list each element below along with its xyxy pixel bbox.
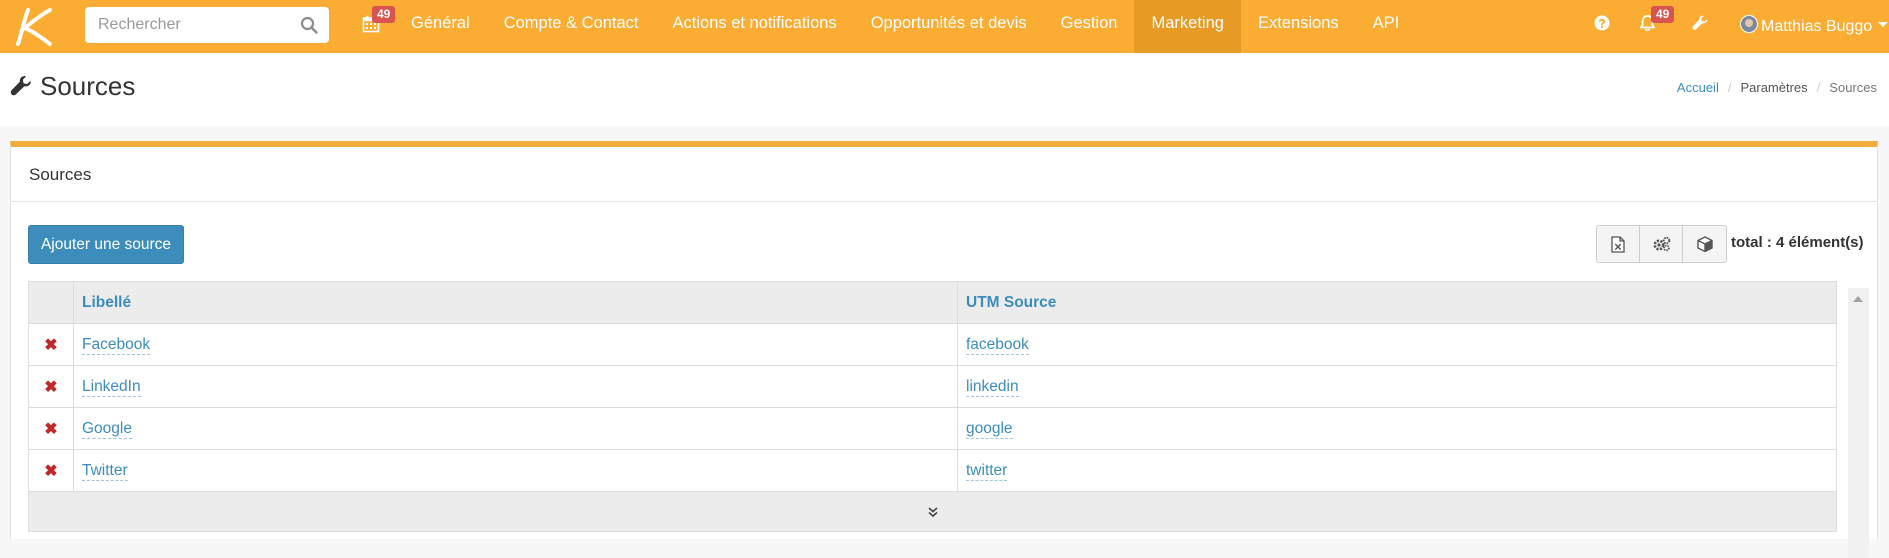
sources-table: Libellé UTM Source ✖ Facebook facebook ✖… [28, 281, 1837, 492]
breadcrumb-current: Sources [1829, 80, 1877, 95]
header-utm-source[interactable]: UTM Source [957, 281, 1837, 324]
excel-file-icon [1611, 235, 1625, 253]
panel-title: Sources [11, 147, 1877, 202]
header-libelle[interactable]: Libellé [73, 281, 958, 324]
wrench-icon [10, 76, 31, 96]
add-source-button[interactable]: Ajouter une source [28, 225, 184, 264]
nav-opportunites-devis[interactable]: Opportunités et devis [854, 0, 1044, 53]
delete-x-icon[interactable]: ✖ [28, 365, 74, 408]
cell-libelle: Facebook [73, 323, 958, 366]
table-row: ✖ Google google [28, 407, 1837, 450]
libelle-link[interactable]: LinkedIn [82, 377, 141, 397]
breadcrumb-parametres[interactable]: Paramètres [1740, 80, 1807, 95]
scroll-up-arrow-icon[interactable] [1853, 296, 1863, 302]
nav-extensions[interactable]: Extensions [1241, 0, 1356, 53]
search-box [85, 7, 329, 43]
top-navbar: 49 Général Compte & Contact Actions et n… [0, 0, 1889, 53]
wrench-icon [1692, 15, 1708, 30]
search-icon[interactable] [300, 16, 318, 34]
configure-columns-button[interactable] [1640, 226, 1683, 262]
breadcrumb-separator: / [1727, 80, 1732, 95]
cell-libelle: LinkedIn [73, 365, 958, 408]
table-row: ✖ LinkedIn linkedin [28, 365, 1837, 408]
utm-source-link[interactable]: twitter [966, 461, 1008, 481]
nav-actions-notifications[interactable]: Actions et notifications [656, 0, 854, 53]
nav-gestion[interactable]: Gestion [1044, 0, 1135, 53]
utm-source-link[interactable]: linkedin [966, 377, 1019, 397]
nav-general[interactable]: Général [394, 0, 487, 53]
calendar-menu[interactable]: 49 [358, 0, 396, 53]
notifications-badge: 49 [1651, 6, 1675, 23]
package-button[interactable] [1683, 226, 1726, 262]
cell-libelle: Google [73, 407, 958, 450]
double-chevron-down-icon [927, 506, 938, 517]
vertical-scrollbar[interactable] [1848, 288, 1869, 558]
sources-panel: Sources Ajouter une source total: 4 élé… [10, 141, 1878, 558]
cell-utm-source: google [957, 407, 1837, 450]
chevron-down-icon [1878, 22, 1889, 27]
breadcrumb-home[interactable]: Accueil [1677, 80, 1719, 95]
export-excel-button[interactable] [1597, 226, 1640, 262]
header-actions [28, 281, 74, 324]
search-input[interactable] [85, 7, 329, 43]
gears-icon [1653, 236, 1670, 252]
breadcrumb-separator: / [1816, 80, 1821, 95]
k-logo-icon[interactable] [8, 4, 54, 48]
sources-table-wrapper: Libellé UTM Source ✖ Facebook facebook ✖… [28, 281, 1837, 532]
load-more-button[interactable] [28, 492, 1837, 532]
utm-source-link[interactable]: google [966, 419, 1013, 439]
user-menu[interactable]: Matthias Buggo [1740, 0, 1889, 53]
total-count: total : 4 élément(s) [1731, 234, 1864, 251]
nav-compte-contact[interactable]: Compte & Contact [487, 0, 656, 53]
table-row: ✖ Facebook facebook [28, 323, 1837, 366]
libelle-link[interactable]: Google [82, 419, 132, 439]
table-row: ✖ Twitter twitter [28, 449, 1837, 492]
libelle-link[interactable]: Facebook [82, 335, 151, 355]
help-button[interactable] [1592, 0, 1616, 53]
notifications-button[interactable]: 49 [1636, 0, 1676, 53]
delete-x-icon[interactable]: ✖ [28, 323, 74, 366]
cell-libelle: Twitter [73, 449, 958, 492]
nav-marketing[interactable]: Marketing [1134, 0, 1241, 53]
table-header-row: Libellé UTM Source [28, 281, 1837, 324]
user-name: Matthias Buggo [1761, 18, 1873, 35]
settings-button[interactable] [1690, 0, 1714, 53]
table-tools [1596, 225, 1727, 263]
utm-source-link[interactable]: facebook [966, 335, 1029, 355]
cube-icon [1696, 236, 1713, 252]
delete-x-icon[interactable]: ✖ [28, 449, 74, 492]
main-menu: Général Compte & Contact Actions et noti… [394, 0, 1416, 53]
calendar-badge: 49 [372, 6, 396, 23]
nav-api[interactable]: API [1356, 0, 1417, 53]
breadcrumb: Accueil / Paramètres / Sources [1677, 80, 1877, 95]
page-title: Sources [40, 71, 136, 101]
question-circle-icon [1594, 15, 1610, 31]
libelle-link[interactable]: Twitter [82, 461, 128, 481]
avatar [1740, 15, 1758, 33]
cell-utm-source: facebook [957, 323, 1837, 366]
cell-utm-source: linkedin [957, 365, 1837, 408]
page-header: Sources Accueil / Paramètres / Sources [0, 53, 1889, 126]
cell-utm-source: twitter [957, 449, 1837, 492]
delete-x-icon[interactable]: ✖ [28, 407, 74, 450]
